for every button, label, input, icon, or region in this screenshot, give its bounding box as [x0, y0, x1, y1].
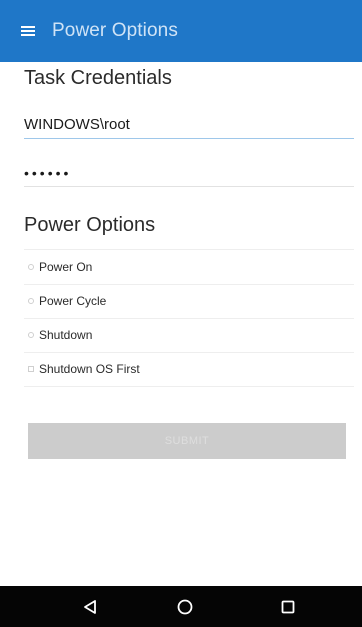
password-underline	[24, 186, 354, 187]
option-shutdown[interactable]: Shutdown	[24, 318, 354, 352]
back-triangle-icon[interactable]	[75, 594, 105, 620]
system-nav-bar	[0, 586, 362, 627]
option-power-cycle[interactable]: Power Cycle	[24, 284, 354, 318]
username-field[interactable]	[24, 113, 354, 135]
option-label: Power On	[39, 260, 93, 274]
option-shutdown-os-first[interactable]: Shutdown OS First	[24, 352, 354, 386]
submit-button[interactable]: SUBMIT	[28, 423, 346, 459]
home-circle-icon[interactable]	[170, 594, 200, 620]
option-power-on[interactable]: Power On	[24, 250, 354, 284]
app-bar: Power Options	[0, 0, 362, 62]
option-label: Shutdown	[39, 328, 93, 342]
app-bar-title: Power Options	[52, 20, 178, 41]
username-underline	[24, 138, 354, 139]
radio-button-icon[interactable]	[28, 264, 34, 270]
task-credentials-heading: Task Credentials	[24, 67, 172, 89]
checkbox-icon[interactable]	[28, 366, 34, 372]
recents-square-icon[interactable]	[273, 594, 303, 620]
option-label: Shutdown OS First	[39, 362, 140, 376]
option-divider	[24, 386, 354, 387]
power-options-screen: Power Options Task Credentials •••••• Po…	[0, 0, 362, 627]
radio-button-icon[interactable]	[28, 332, 34, 338]
power-options-heading: Power Options	[24, 214, 156, 236]
hamburger-menu-icon[interactable]	[21, 23, 41, 39]
password-field[interactable]: ••••••	[24, 162, 354, 184]
radio-button-icon[interactable]	[28, 298, 34, 304]
option-label: Power Cycle	[39, 294, 107, 308]
